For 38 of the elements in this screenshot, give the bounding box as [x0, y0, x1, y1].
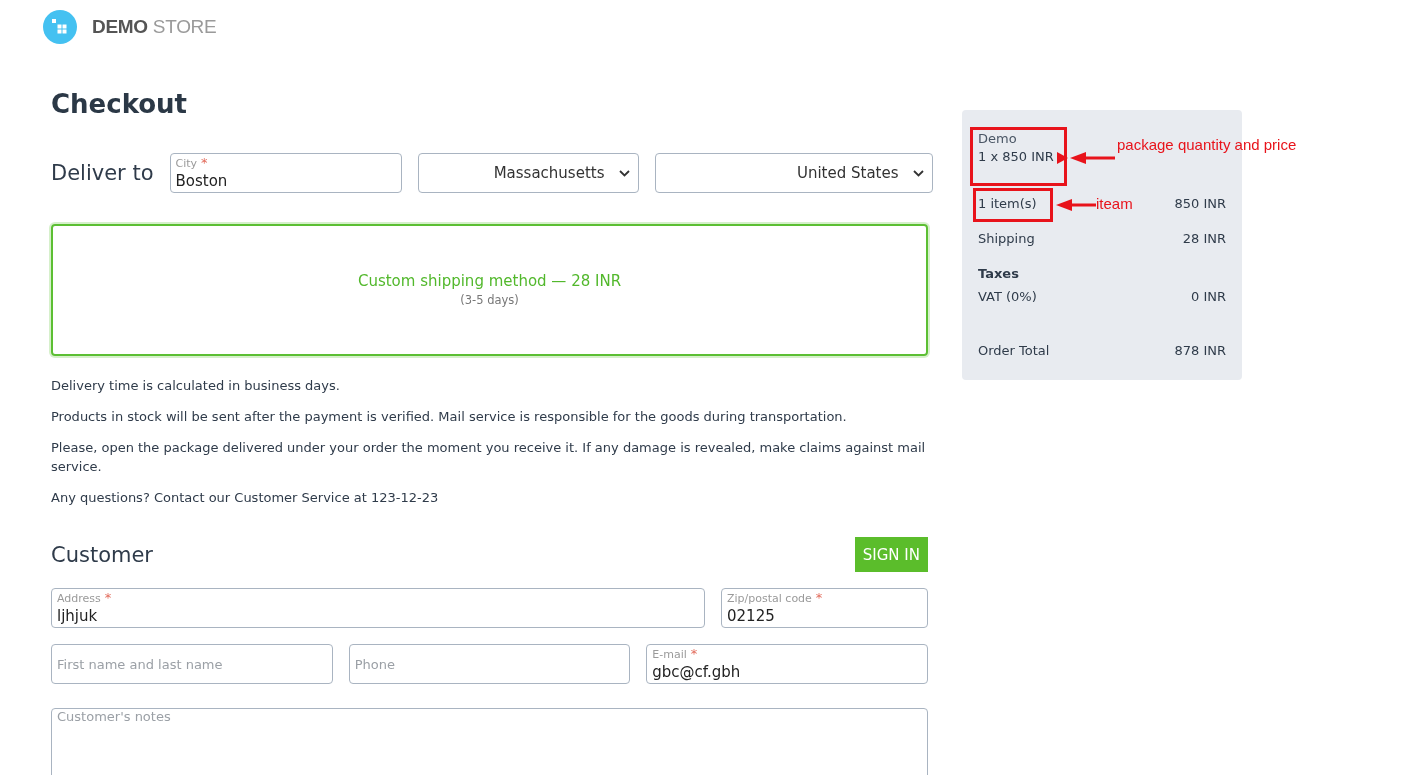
- field-label: Zip/postal code *: [727, 591, 823, 605]
- caret-icon: [912, 169, 924, 177]
- summary-label: Shipping: [978, 230, 1035, 248]
- page-title: Checkout: [51, 88, 189, 121]
- shipping-option[interactable]: Custom shipping method — 28 INR (3-5 days): [51, 224, 928, 356]
- annotation-text: package quantity and price: [1117, 136, 1297, 154]
- product-name: Demo: [978, 130, 1017, 148]
- summary-label: 1 item(s): [978, 195, 1037, 213]
- summary-value: 28 INR: [1182, 230, 1226, 248]
- customer-heading: Customer: [51, 542, 153, 567]
- notes-field[interactable]: Customer's notes: [51, 708, 928, 775]
- shipping-method-name: Custom shipping method — 28 INR: [356, 271, 623, 292]
- summary-value: 850 INR: [1174, 195, 1226, 213]
- info-paragraph: Delivery time is calculated in business days.: [51, 377, 341, 395]
- annotation-arrow: [1055, 198, 1097, 212]
- logo-icon: [43, 10, 77, 44]
- summary-heading: Taxes: [978, 265, 1019, 283]
- input-field[interactable]: First name and last name: [51, 644, 333, 684]
- annotation-arrow: [1056, 150, 1116, 166]
- store-logo-text[interactable]: DEMO STORE: [92, 16, 217, 38]
- country-select[interactable]: United States: [654, 153, 933, 193]
- summary-value: 0 INR: [1191, 288, 1226, 306]
- info-paragraph: Any questions? Contact our Customer Service at 123-12-23: [51, 489, 440, 507]
- input-field[interactable]: Phone: [348, 644, 631, 684]
- caret-icon: [618, 169, 630, 177]
- field-label: Address *: [57, 591, 112, 605]
- product-quantity-price: 1 x 850 INR: [978, 148, 1054, 166]
- summary-label: Order Total: [978, 342, 1050, 360]
- summary-value: 878 INR: [1174, 342, 1226, 360]
- deliver-to-label: Deliver to: [51, 161, 154, 185]
- info-paragraph: Please, open the package delivered under your order the moment you receive it. If any damage is revealed, make claims against mail service.: [51, 439, 927, 476]
- annotation-text: iteam: [1096, 195, 1133, 213]
- summary-label: VAT (0%): [978, 288, 1037, 306]
- info-paragraph: Products in stock will be sent after the payment is verified. Mail service is responsible for the goods during transportation.: [51, 408, 848, 426]
- field-label: E-mail *: [652, 647, 698, 661]
- field-label: City *: [175, 156, 208, 170]
- shipping-duration: (3-5 days): [459, 292, 520, 308]
- state-select[interactable]: Massachusetts: [417, 153, 639, 193]
